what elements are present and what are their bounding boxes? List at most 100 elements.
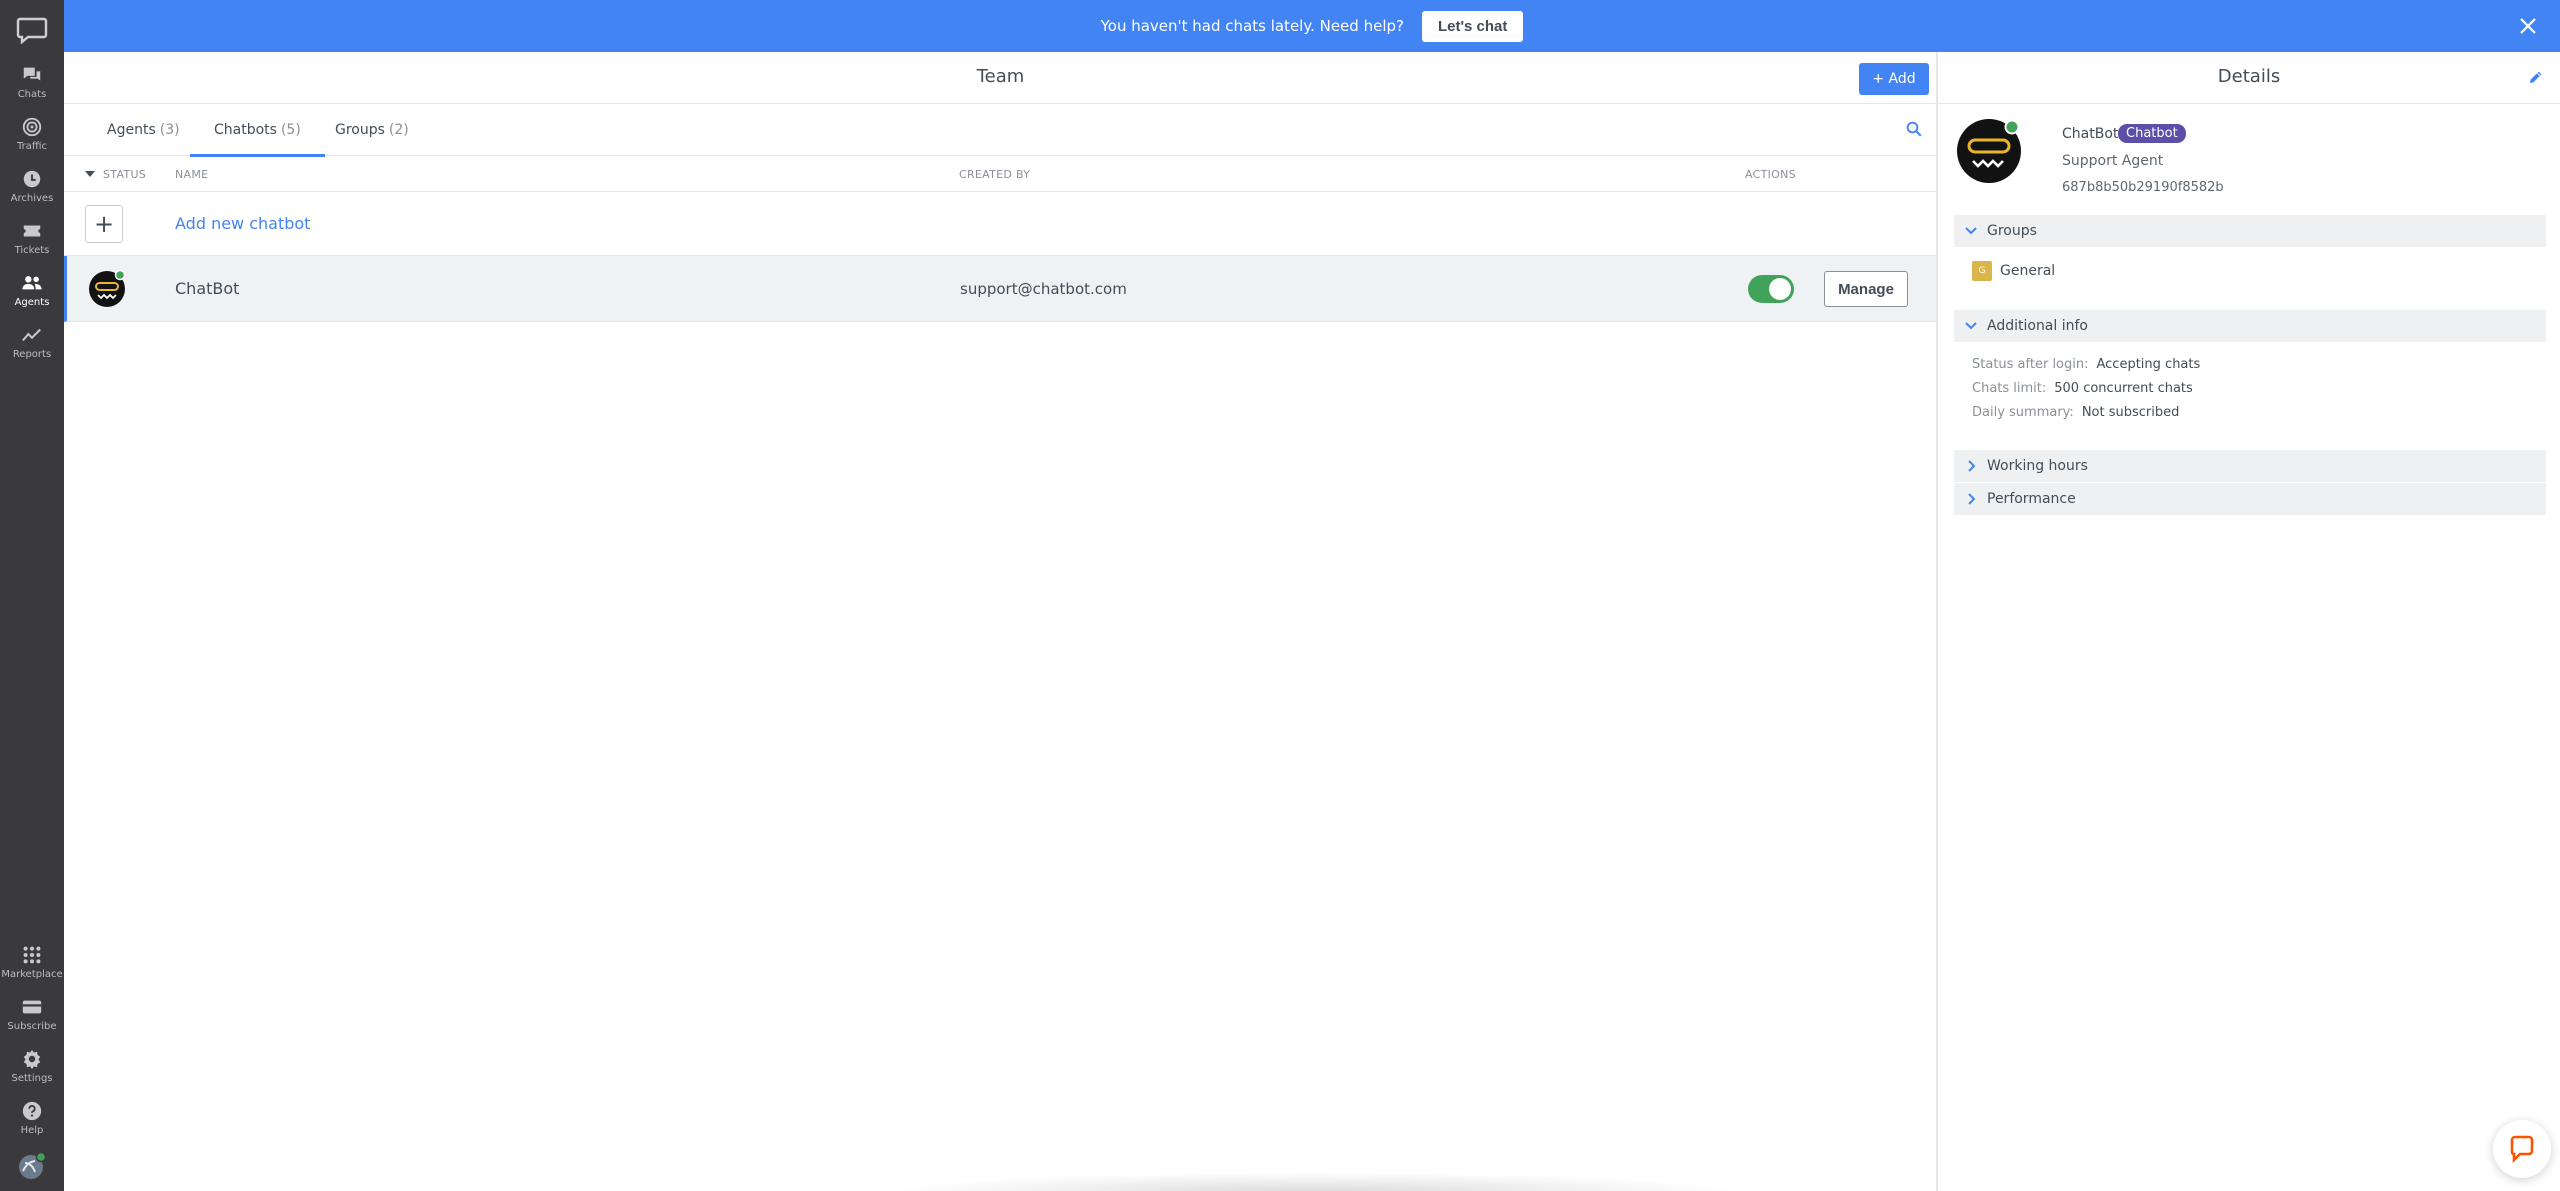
add-chatbot-row: + Add new chatbot — [64, 192, 1937, 256]
nav-item-traffic[interactable]: Traffic — [0, 112, 64, 164]
column-status[interactable]: Status — [103, 168, 146, 181]
gear-icon — [23, 1049, 41, 1070]
banner-message: You haven't had chats lately. Need help? — [1100, 17, 1404, 35]
nav-item-help[interactable]: Help — [0, 1096, 64, 1148]
chart-line-icon — [22, 328, 41, 342]
column-actions: Actions — [1745, 168, 1796, 181]
section-groups-label: Groups — [1987, 223, 2037, 239]
group-icon: G — [1972, 261, 1992, 281]
details-header: Details — [1938, 52, 2560, 104]
table-row[interactable]: ChatBot support@chatbot.com Manage — [64, 256, 1937, 322]
chevron-right-icon — [1968, 493, 1976, 505]
manage-button[interactable]: Manage — [1824, 271, 1908, 307]
column-created-by: Created by — [959, 168, 1031, 181]
app-logo-icon[interactable] — [16, 16, 48, 45]
ticket-icon — [23, 225, 41, 237]
nav-label-archives: Archives — [10, 193, 54, 204]
nav-item-agents[interactable]: Agents — [0, 268, 64, 320]
info-key: Chats limit: — [1972, 381, 2047, 396]
info-value: Accepting chats — [2096, 357, 2201, 372]
nav-item-marketplace[interactable]: Marketplace — [0, 940, 64, 992]
info-value: Not subscribed — [2081, 405, 2180, 420]
nav-label-tickets: Tickets — [14, 245, 50, 256]
section-additional-info[interactable]: Additional info — [1954, 310, 2546, 342]
clock-icon — [23, 170, 41, 188]
tab-bar: Agents (3) Chatbots (5) Groups (2) — [64, 104, 1937, 157]
tab-agents-label: Agents — [107, 122, 156, 138]
nav-label-subscribe: Subscribe — [7, 1021, 57, 1032]
profile-name: ChatBot — [2062, 126, 2119, 142]
chevron-right-icon — [1968, 460, 1976, 472]
section-additional-info-label: Additional info — [1987, 318, 2088, 334]
grid-icon — [23, 946, 41, 964]
chevron-down-icon — [1965, 322, 1977, 330]
section-groups[interactable]: Groups — [1954, 215, 2546, 247]
info-chats-limit: Chats limit: 500 concurrent chats — [1972, 381, 2193, 396]
chat-widget-button[interactable] — [2493, 1120, 2551, 1178]
table-header: Status Name Created by Actions — [64, 156, 1937, 192]
nav-label-help: Help — [20, 1125, 44, 1136]
group-item: G General — [1972, 261, 2055, 281]
help-banner: You haven't had chats lately. Need help?… — [64, 0, 2560, 52]
bottom-scroll-shadow — [884, 1172, 1744, 1191]
tab-groups[interactable]: Groups (2) — [335, 104, 409, 156]
sort-caret-icon[interactable] — [85, 171, 95, 177]
nav-label-traffic: Traffic — [16, 141, 48, 152]
credit-card-icon — [22, 1000, 42, 1014]
nav-label-agents: Agents — [14, 297, 50, 308]
tab-chatbots[interactable]: Chatbots (5) — [190, 104, 325, 157]
section-performance[interactable]: Performance — [1954, 483, 2546, 515]
user-avatar[interactable] — [17, 1151, 47, 1181]
chatbot-badge: Chatbot — [2118, 124, 2186, 143]
pencil-icon[interactable] — [2528, 69, 2544, 85]
profile-card: ChatBot Chatbot Support Agent 687b8b50b2… — [1956, 118, 2546, 208]
info-key: Status after login: — [1972, 357, 2089, 372]
chat-bubbles-icon — [23, 67, 41, 81]
group-name: General — [2000, 263, 2056, 279]
traffic-icon — [22, 117, 42, 137]
section-working-hours-label: Working hours — [1987, 458, 2088, 474]
chevron-down-icon — [1965, 227, 1977, 235]
tab-groups-label: Groups — [335, 122, 385, 138]
profile-role: Support Agent — [2062, 153, 2164, 169]
nav-item-reports[interactable]: Reports — [0, 320, 64, 372]
info-daily-summary: Daily summary: Not subscribed — [1972, 405, 2179, 420]
profile-id: 687b8b50b29190f8582b — [2062, 180, 2224, 195]
add-button[interactable]: + Add — [1859, 63, 1929, 95]
section-working-hours[interactable]: Working hours — [1954, 450, 2546, 482]
team-panel: Team + Add Agents (3) Chatbots (5) Group… — [64, 52, 1937, 1191]
add-chatbot-plus-button[interactable]: + — [85, 205, 123, 243]
team-header: Team + Add — [64, 52, 1937, 104]
search-icon[interactable] — [1905, 120, 1923, 138]
close-icon[interactable] — [2516, 14, 2540, 38]
nav-item-subscribe[interactable]: Subscribe — [0, 992, 64, 1044]
info-status-after-login: Status after login: Accepting chats — [1972, 357, 2200, 372]
chat-widget-icon — [2510, 1135, 2534, 1164]
nav-item-chats[interactable]: Chats — [0, 60, 64, 112]
tab-agents[interactable]: Agents (3) — [107, 104, 180, 156]
question-icon — [22, 1101, 42, 1121]
left-sidebar: Chats Traffic Archives Tickets Agents Re… — [0, 0, 64, 1191]
nav-item-settings[interactable]: Settings — [0, 1044, 64, 1096]
toggle-knob — [1769, 278, 1791, 300]
nav-item-tickets[interactable]: Tickets — [0, 216, 64, 268]
nav-label-settings: Settings — [11, 1073, 53, 1084]
section-performance-label: Performance — [1987, 491, 2076, 507]
nav-label-marketplace: Marketplace — [1, 969, 63, 980]
lets-chat-button[interactable]: Let's chat — [1421, 10, 1524, 42]
nav-item-archives[interactable]: Archives — [0, 164, 64, 216]
tab-groups-count: (2) — [388, 122, 409, 138]
chatbot-large-avatar — [1956, 118, 2022, 184]
people-icon — [22, 276, 42, 290]
info-key: Daily summary: — [1972, 405, 2074, 420]
details-title: Details — [2217, 66, 2281, 87]
add-new-chatbot-link[interactable]: Add new chatbot — [175, 214, 310, 233]
tab-agents-count: (3) — [159, 122, 180, 138]
chatbot-name: ChatBot — [175, 279, 240, 298]
nav-label-chats: Chats — [17, 89, 47, 100]
page-title: Team — [976, 66, 1025, 87]
tab-chatbots-count: (5) — [280, 122, 301, 138]
info-value: 500 concurrent chats — [2054, 381, 2193, 396]
chatbot-enabled-toggle[interactable] — [1748, 275, 1794, 303]
chatbot-created-by: support@chatbot.com — [960, 280, 1127, 298]
